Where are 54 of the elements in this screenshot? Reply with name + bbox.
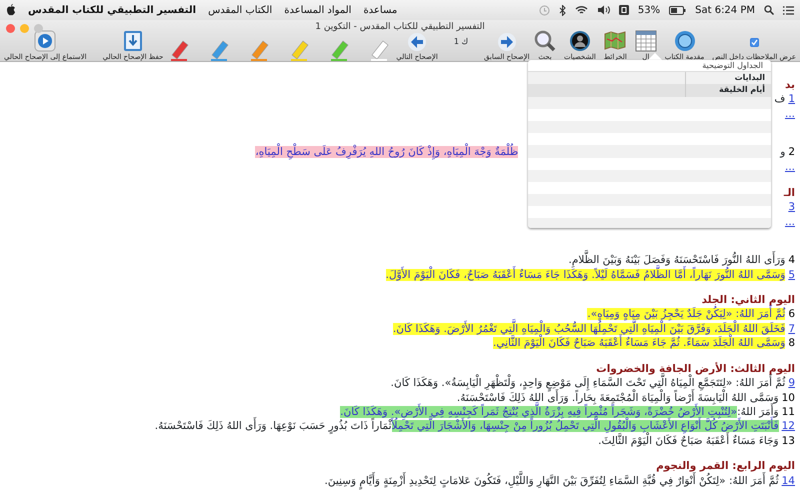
map-icon[interactable] bbox=[604, 30, 626, 52]
verse-number: 13 bbox=[782, 434, 795, 447]
keyboard-input-icon[interactable] bbox=[618, 5, 629, 15]
section-heading: بد bbox=[784, 78, 795, 92]
person-icon[interactable] bbox=[568, 30, 591, 52]
verse-number-link[interactable]: 9 bbox=[788, 377, 795, 390]
verse-number: 10 bbox=[782, 392, 795, 404]
table-icon[interactable] bbox=[634, 30, 657, 52]
more-link[interactable]: ... bbox=[784, 160, 795, 174]
checkbox[interactable] bbox=[750, 38, 759, 46]
save-icon[interactable] bbox=[122, 30, 144, 52]
dropdown-item[interactable]: أيام الخليقة bbox=[528, 84, 771, 97]
verse-number: 11 bbox=[782, 406, 795, 418]
wifi-icon[interactable] bbox=[574, 5, 588, 15]
verse-number: 4 bbox=[788, 254, 795, 266]
search-icon[interactable] bbox=[534, 30, 556, 52]
verse-number: 8 bbox=[788, 337, 795, 350]
volume-icon[interactable] bbox=[596, 5, 610, 15]
bluetooth-icon[interactable] bbox=[558, 4, 566, 16]
verse-number-link[interactable]: 12 bbox=[782, 420, 795, 432]
app-menu[interactable]: التفسير التطبيقي للكتاب المقدس bbox=[28, 2, 196, 18]
section-heading: اليوم الرابع: القمر والنجوم bbox=[656, 459, 795, 472]
verse-number-link[interactable]: 1 bbox=[788, 93, 795, 106]
verse-text: وَسَمَّى اللهُ الْيَابِسَةَ أَرْضاً وَالْمِيَاهَ الْمُجْتَمِعَةَ بِحَاراً. وَرَأَى اللهُ ذَلِكَ فَاسْتَحْسَنَهُ. bbox=[456, 392, 779, 404]
close-button[interactable] bbox=[6, 24, 15, 33]
book-intro-icon[interactable] bbox=[674, 30, 696, 52]
window-title: التفسير التطبيقي للكتاب المقدس - التكوين 1 bbox=[315, 22, 485, 32]
play-icon[interactable] bbox=[34, 30, 56, 52]
verse-number-link[interactable]: 5 bbox=[788, 268, 795, 281]
clock[interactable]: Sat 6:24 PM bbox=[695, 2, 755, 18]
apple-icon[interactable] bbox=[6, 4, 16, 16]
verse-number-link[interactable]: 7 bbox=[788, 322, 795, 335]
search-icon[interactable] bbox=[764, 5, 774, 15]
section-heading: اليوم الثالث: الأرض الجافة والخضروات bbox=[596, 362, 795, 375]
menu-item[interactable]: المواد المساعدة bbox=[284, 2, 352, 18]
chapter-number: ك 1 bbox=[454, 36, 468, 48]
more-link[interactable]: ... bbox=[784, 106, 795, 122]
verse-text: وَجَاءَ مَسَاءٌ أَعْقَبَهُ صَبَاحٌ فَكَانَ الْيَوْمَ الثَّالِثَ. bbox=[598, 434, 779, 447]
verse-number-link[interactable]: 14 bbox=[782, 474, 795, 487]
verse-text: ف bbox=[774, 93, 786, 106]
menu-item[interactable]: مساعدة bbox=[363, 2, 398, 18]
verse-number: 6 bbox=[788, 308, 795, 320]
verse-text: و bbox=[780, 146, 786, 158]
verse-text: وَأَمَرَ اللهُ: bbox=[737, 406, 779, 418]
verse-number: 2 bbox=[788, 146, 795, 158]
section-heading: الـ bbox=[784, 186, 795, 200]
verse-number-link[interactable]: 3 bbox=[788, 201, 795, 214]
section-heading: اليوم الثاني: الجلد bbox=[702, 293, 795, 306]
menu-item[interactable]: الكتاب المقدس bbox=[208, 2, 272, 18]
battery-icon[interactable] bbox=[669, 6, 686, 14]
battery-percentage: 53% bbox=[638, 4, 660, 18]
dropdown-item[interactable]: البدايات bbox=[528, 72, 771, 84]
more-link[interactable]: ... bbox=[784, 214, 795, 230]
list-icon[interactable] bbox=[783, 6, 794, 14]
